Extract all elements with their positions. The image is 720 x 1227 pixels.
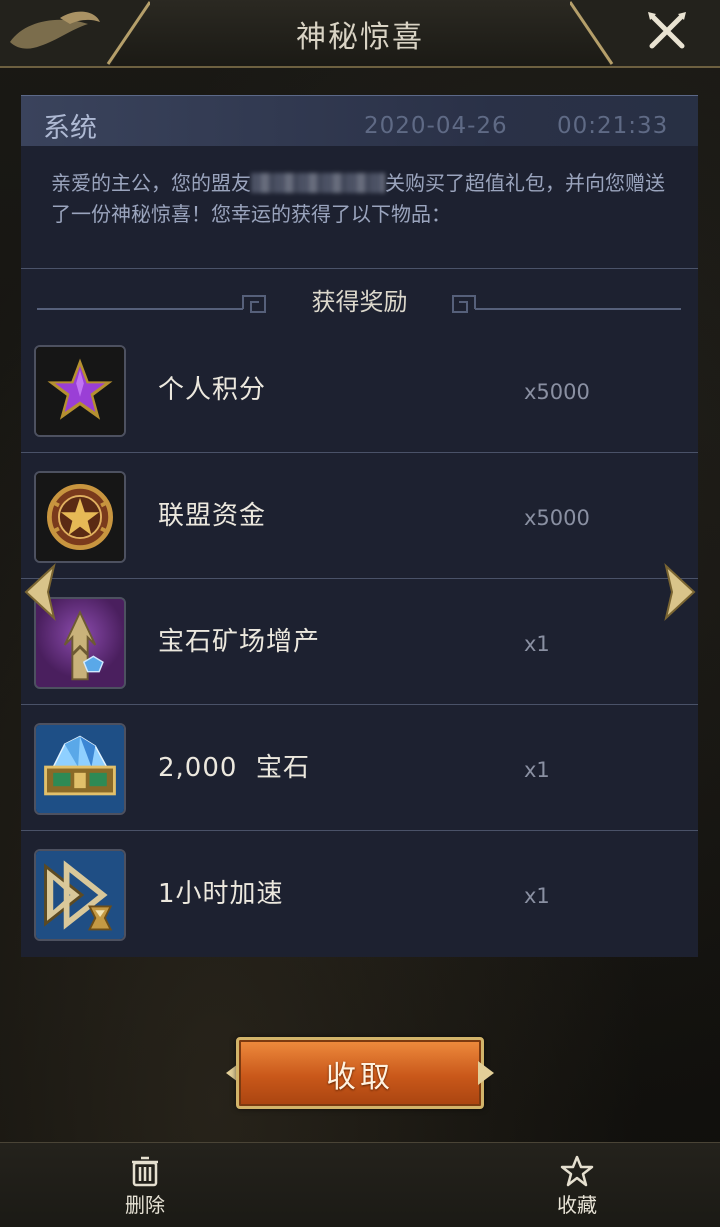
alliance-badge-icon xyxy=(34,471,126,563)
mail-body-text-1: 亲爱的主公，您的盟友 xyxy=(51,171,251,195)
reward-name: 个人积分 xyxy=(158,375,267,405)
divider xyxy=(21,268,698,269)
reward-quantity: x1 xyxy=(524,632,550,656)
collect-button[interactable]: 收取 xyxy=(226,1031,494,1115)
previous-mail-arrow-icon[interactable] xyxy=(20,562,60,622)
reward-item: 个人积分 x5000 xyxy=(21,327,698,453)
reward-item: 宝石矿场增产 x1 xyxy=(21,579,698,705)
gem-chest-icon xyxy=(34,723,126,815)
collect-button-label: 收取 xyxy=(326,1060,394,1095)
title-bar: 神秘惊喜 xyxy=(0,0,720,68)
bottom-action-bar: 删除 收藏 xyxy=(0,1142,720,1227)
reward-quantity: x5000 xyxy=(524,380,590,404)
reward-quantity: x5000 xyxy=(524,506,590,530)
reward-quantity: x1 xyxy=(524,758,550,782)
mail-body: 亲爱的主公，您的盟友 关购买了超值礼包，并向您赠送了一份神秘惊喜！您幸运的获得了以… xyxy=(51,168,671,230)
reward-name: 联盟资金 xyxy=(158,501,267,531)
reward-list: 个人积分 x5000 联盟资金 x5000 宝石矿场增产 x1 2,000 宝石… xyxy=(21,327,698,957)
page-title: 神秘惊喜 xyxy=(296,20,424,55)
reward-quantity: x1 xyxy=(524,884,550,908)
redacted-name xyxy=(251,173,385,193)
mail-header: 系统 2020-04-26 00:21:33 xyxy=(21,96,698,146)
reward-item: 2,000 宝石 x1 xyxy=(21,705,698,831)
mail-date: 2020-04-26 xyxy=(364,113,508,139)
mail-time: 00:21:33 xyxy=(557,113,669,139)
reward-item: 联盟资金 x5000 xyxy=(21,453,698,579)
star-outline-icon xyxy=(560,1155,594,1187)
mail-panel: 系统 2020-04-26 00:21:33 亲爱的主公，您的盟友 关购买了超值礼… xyxy=(21,95,698,957)
purple-star-icon xyxy=(34,345,126,437)
divider-ornament-icon xyxy=(452,295,681,313)
reward-name: 宝石矿场增产 xyxy=(158,627,321,657)
mail-sender: 系统 xyxy=(43,113,97,144)
close-icon[interactable] xyxy=(642,6,692,56)
favorite-button[interactable]: 收藏 xyxy=(537,1155,617,1225)
favorite-label: 收藏 xyxy=(557,1193,597,1217)
reward-name: 2,000 宝石 xyxy=(158,753,310,783)
reward-item: 1小时加速 x1 xyxy=(21,831,698,957)
next-mail-arrow-icon[interactable] xyxy=(660,562,700,622)
delete-label: 删除 xyxy=(125,1193,165,1217)
button-cap-icon xyxy=(478,1061,494,1085)
trash-icon xyxy=(132,1156,158,1187)
speedup-hourglass-icon xyxy=(34,849,126,941)
delete-button[interactable]: 删除 xyxy=(105,1155,185,1225)
reward-name: 1小时加速 xyxy=(158,879,284,909)
